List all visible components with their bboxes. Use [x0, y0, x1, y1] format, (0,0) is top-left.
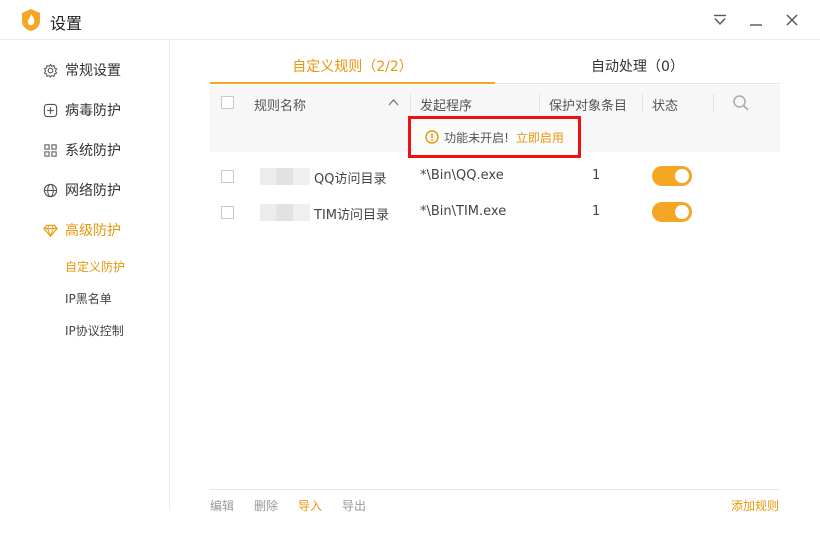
select-all-checkbox[interactable] [221, 96, 234, 109]
globe-icon [42, 182, 58, 198]
notice-text: 功能未开启! [444, 130, 509, 145]
export-button[interactable]: 导出 [342, 497, 366, 514]
tab-custom-rules[interactable]: 自定义规则（2/2） [210, 56, 495, 84]
column-divider [642, 94, 643, 112]
add-rule-button[interactable]: 添加规则 [731, 497, 779, 514]
column-header-count: 保护对象条目 [549, 99, 628, 114]
delete-button[interactable]: 删除 [254, 497, 278, 514]
gear-icon [42, 62, 58, 78]
row-checkbox[interactable] [221, 170, 234, 183]
grid-icon [42, 142, 58, 158]
rule-name: QQ访问目录 [314, 172, 387, 187]
settings-window: 设置 常规设置 病毒防护 系统防护 网络防护 高级防护 自定义防护 IP黑名单 … [0, 0, 820, 540]
column-header-name[interactable]: 规则名称 [254, 95, 306, 114]
sidebar-sub-custom[interactable]: 自定义防护 [65, 258, 125, 275]
toggle-knob [675, 169, 689, 183]
sidebar: 常规设置 病毒防护 系统防护 网络防护 高级防护 自定义防护 IP黑名单 IP协… [0, 40, 170, 510]
rule-status-toggle[interactable] [652, 166, 692, 186]
sidebar-sub-ip-protocol[interactable]: IP协议控制 [65, 322, 124, 339]
row-checkbox[interactable] [221, 206, 234, 219]
column-divider [713, 94, 714, 112]
plus-square-icon [42, 102, 58, 118]
chevron-up-icon[interactable] [388, 98, 399, 106]
sidebar-item-label: 病毒防护 [65, 103, 121, 119]
close-button[interactable] [780, 8, 804, 32]
table-row[interactable]: TIM访问目录 *\Bin\TIM.exe 1 [210, 194, 780, 230]
toggle-knob [675, 205, 689, 219]
table-row[interactable]: QQ访问目录 *\Bin\QQ.exe 1 [210, 158, 780, 194]
sidebar-sub-ip-blacklist[interactable]: IP黑名单 [65, 290, 112, 307]
column-divider [410, 94, 411, 112]
rule-app-icon [260, 168, 310, 185]
column-header-status: 状态 [652, 99, 679, 114]
rule-app-icon [260, 204, 310, 221]
minimize-button[interactable] [744, 8, 768, 32]
window-title: 设置 [50, 14, 83, 33]
footer-divider [210, 489, 780, 490]
sidebar-item-advanced[interactable]: 高级防护 [42, 219, 121, 241]
import-button[interactable]: 导入 [298, 497, 322, 514]
rule-status-toggle[interactable] [652, 202, 692, 222]
edit-button[interactable]: 编辑 [210, 497, 234, 514]
menu-button[interactable] [708, 8, 732, 32]
warning-icon [425, 130, 439, 144]
enable-now-link[interactable]: 立即启用 [516, 129, 564, 146]
sidebar-item-label: 常规设置 [65, 63, 121, 79]
close-icon [786, 14, 798, 26]
sidebar-item-system[interactable]: 系统防护 [42, 139, 121, 161]
sidebar-item-general[interactable]: 常规设置 [42, 59, 121, 81]
app-logo-icon [22, 9, 40, 31]
column-header-program: 发起程序 [420, 99, 473, 114]
minimize-icon [750, 24, 762, 26]
tab-auto-handle[interactable]: 自动处理（0） [495, 56, 780, 84]
rule-count: 1 [592, 204, 601, 219]
sidebar-item-label: 系统防护 [65, 143, 121, 159]
column-divider [539, 94, 540, 112]
rule-name: TIM访问目录 [314, 208, 389, 223]
sidebar-item-label: 高级防护 [65, 223, 121, 239]
rule-program: *\Bin\QQ.exe [420, 168, 504, 183]
sidebar-item-label: 网络防护 [65, 183, 121, 199]
dropdown-menu-icon [714, 14, 726, 26]
title-bar: 设置 [0, 0, 820, 40]
rule-count: 1 [592, 168, 601, 183]
sidebar-item-network[interactable]: 网络防护 [42, 179, 121, 201]
search-icon[interactable] [732, 94, 750, 112]
diamond-icon [42, 222, 58, 238]
sidebar-item-virus[interactable]: 病毒防护 [42, 99, 121, 121]
feature-disabled-notice: 功能未开启! 立即启用 [408, 116, 581, 158]
rule-program: *\Bin\TIM.exe [420, 204, 507, 219]
